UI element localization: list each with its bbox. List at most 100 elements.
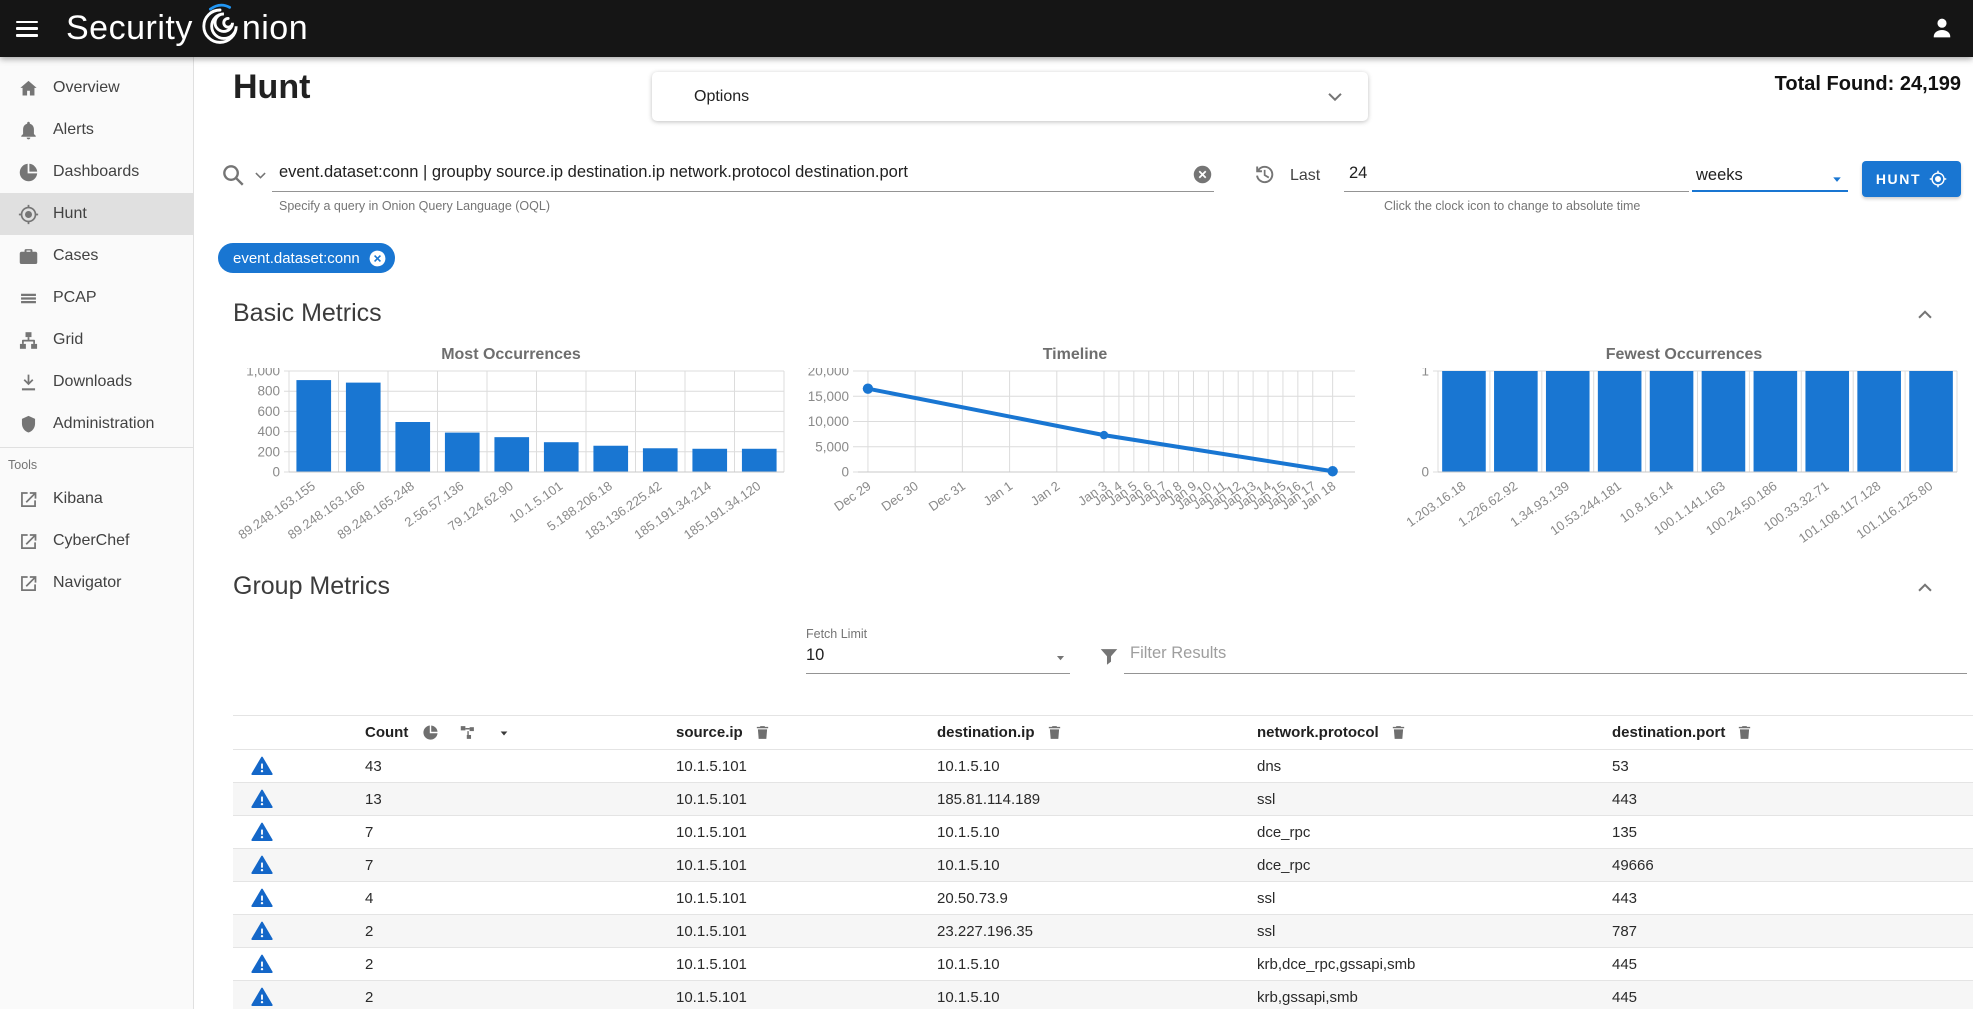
- row-alert-button[interactable]: [233, 755, 365, 777]
- bar[interactable]: [494, 437, 529, 472]
- cell-source-ip[interactable]: 10.1.5.101: [676, 824, 937, 841]
- sidebar-item-grid[interactable]: Grid: [0, 319, 193, 361]
- bar[interactable]: [1857, 371, 1901, 472]
- row-alert-button[interactable]: [233, 920, 365, 942]
- cell-network-protocol[interactable]: dce_rpc: [1257, 824, 1612, 841]
- bar[interactable]: [1805, 371, 1849, 472]
- cell-destination-port[interactable]: 787: [1612, 923, 1973, 940]
- bar[interactable]: [692, 449, 727, 472]
- cell-count[interactable]: 2: [365, 923, 676, 940]
- bar[interactable]: [346, 383, 381, 472]
- sidebar-item-kibana[interactable]: Kibana: [0, 478, 193, 520]
- sidebar-item-administration[interactable]: Administration: [0, 403, 193, 445]
- fetch-limit-caret-icon[interactable]: [1052, 649, 1069, 666]
- cell-destination-ip[interactable]: 10.1.5.10: [937, 956, 1257, 973]
- bar[interactable]: [544, 442, 579, 472]
- cell-count[interactable]: 13: [365, 791, 676, 808]
- cell-source-ip[interactable]: 10.1.5.101: [676, 857, 937, 874]
- bar[interactable]: [1909, 371, 1953, 472]
- query-history-chevron-icon[interactable]: [252, 167, 269, 184]
- cell-destination-port[interactable]: 445: [1612, 989, 1973, 1006]
- time-duration-input[interactable]: [1349, 164, 1489, 183]
- bar[interactable]: [742, 449, 777, 472]
- bar[interactable]: [1494, 371, 1538, 472]
- cell-destination-ip[interactable]: 23.227.196.35: [937, 923, 1257, 940]
- bar[interactable]: [1442, 371, 1486, 472]
- user-avatar-icon[interactable]: [1929, 15, 1955, 41]
- row-alert-button[interactable]: [233, 953, 365, 975]
- cell-source-ip[interactable]: 10.1.5.101: [676, 989, 937, 1006]
- bar[interactable]: [296, 380, 331, 472]
- cell-source-ip[interactable]: 10.1.5.101: [676, 956, 937, 973]
- cell-source-ip[interactable]: 10.1.5.101: [676, 758, 937, 775]
- options-panel-toggle[interactable]: Options: [652, 72, 1368, 121]
- cell-destination-ip[interactable]: 10.1.5.10: [937, 758, 1257, 775]
- group-metrics-collapse-icon[interactable]: [1914, 577, 1936, 599]
- fetch-limit-select[interactable]: 10: [806, 646, 824, 665]
- bar[interactable]: [593, 446, 628, 472]
- bar[interactable]: [1754, 371, 1798, 472]
- cell-destination-ip[interactable]: 185.81.114.189: [937, 791, 1257, 808]
- cell-count[interactable]: 7: [365, 824, 676, 841]
- sidebar-item-alerts[interactable]: Alerts: [0, 109, 193, 151]
- remove-field-icon[interactable]: [1736, 724, 1753, 741]
- clear-query-icon[interactable]: [1192, 164, 1213, 185]
- cell-destination-ip[interactable]: 10.1.5.10: [937, 857, 1257, 874]
- data-point[interactable]: [863, 383, 873, 393]
- cell-source-ip[interactable]: 10.1.5.101: [676, 923, 937, 940]
- hamburger-menu-icon[interactable]: [16, 21, 38, 37]
- sidebar-item-navigator[interactable]: Navigator: [0, 562, 193, 604]
- count-menu-caret-icon[interactable]: [496, 725, 512, 741]
- cell-destination-port[interactable]: 443: [1612, 791, 1973, 808]
- app-logo[interactable]: Security nion: [66, 2, 308, 55]
- bar[interactable]: [395, 422, 430, 472]
- query-input[interactable]: [279, 163, 1194, 182]
- row-alert-button[interactable]: [233, 887, 365, 909]
- cell-source-ip[interactable]: 10.1.5.101: [676, 890, 937, 907]
- bar[interactable]: [1546, 371, 1590, 472]
- bar[interactable]: [643, 448, 678, 472]
- cell-count[interactable]: 2: [365, 989, 676, 1006]
- row-alert-button[interactable]: [233, 821, 365, 843]
- cell-network-protocol[interactable]: ssl: [1257, 791, 1612, 808]
- bar[interactable]: [1650, 371, 1694, 472]
- cell-network-protocol[interactable]: krb,gssapi,smb: [1257, 989, 1612, 1006]
- cell-count[interactable]: 2: [365, 956, 676, 973]
- row-alert-button[interactable]: [233, 788, 365, 810]
- time-units-select[interactable]: weeks: [1696, 166, 1743, 185]
- row-alert-button[interactable]: [233, 986, 365, 1008]
- basic-metrics-collapse-icon[interactable]: [1914, 304, 1936, 326]
- sidebar-item-overview[interactable]: Overview: [0, 67, 193, 109]
- hunt-button[interactable]: HUNT: [1862, 161, 1961, 197]
- filter-results-input[interactable]: [1130, 644, 1960, 663]
- count-pie-toggle-icon[interactable]: [422, 724, 439, 741]
- cell-destination-port[interactable]: 443: [1612, 890, 1973, 907]
- cell-destination-port[interactable]: 445: [1612, 956, 1973, 973]
- sidebar-item-dashboards[interactable]: Dashboards: [0, 151, 193, 193]
- data-point[interactable]: [1327, 466, 1337, 476]
- relative-time-icon[interactable]: [1252, 163, 1275, 186]
- cell-source-ip[interactable]: 10.1.5.101: [676, 791, 937, 808]
- cell-network-protocol[interactable]: dns: [1257, 758, 1612, 775]
- cell-destination-ip[interactable]: 10.1.5.10: [937, 989, 1257, 1006]
- cell-destination-port[interactable]: 53: [1612, 758, 1973, 775]
- cell-network-protocol[interactable]: ssl: [1257, 890, 1612, 907]
- cell-network-protocol[interactable]: dce_rpc: [1257, 857, 1612, 874]
- cell-destination-ip[interactable]: 20.50.73.9: [937, 890, 1257, 907]
- cell-destination-ip[interactable]: 10.1.5.10: [937, 824, 1257, 841]
- bar[interactable]: [1702, 371, 1746, 472]
- remove-field-icon[interactable]: [1046, 724, 1063, 741]
- sidebar-item-cyberchef[interactable]: CyberChef: [0, 520, 193, 562]
- time-units-caret-icon[interactable]: [1828, 170, 1846, 188]
- sidebar-item-pcap[interactable]: PCAP: [0, 277, 193, 319]
- bar[interactable]: [445, 433, 480, 472]
- cell-count[interactable]: 4: [365, 890, 676, 907]
- cell-destination-port[interactable]: 49666: [1612, 857, 1973, 874]
- cell-count[interactable]: 7: [365, 857, 676, 874]
- sidebar-item-cases[interactable]: Cases: [0, 235, 193, 277]
- cell-network-protocol[interactable]: ssl: [1257, 923, 1612, 940]
- data-point[interactable]: [1100, 431, 1108, 439]
- remove-field-icon[interactable]: [754, 724, 771, 741]
- cell-destination-port[interactable]: 135: [1612, 824, 1973, 841]
- count-flow-toggle-icon[interactable]: [459, 724, 476, 741]
